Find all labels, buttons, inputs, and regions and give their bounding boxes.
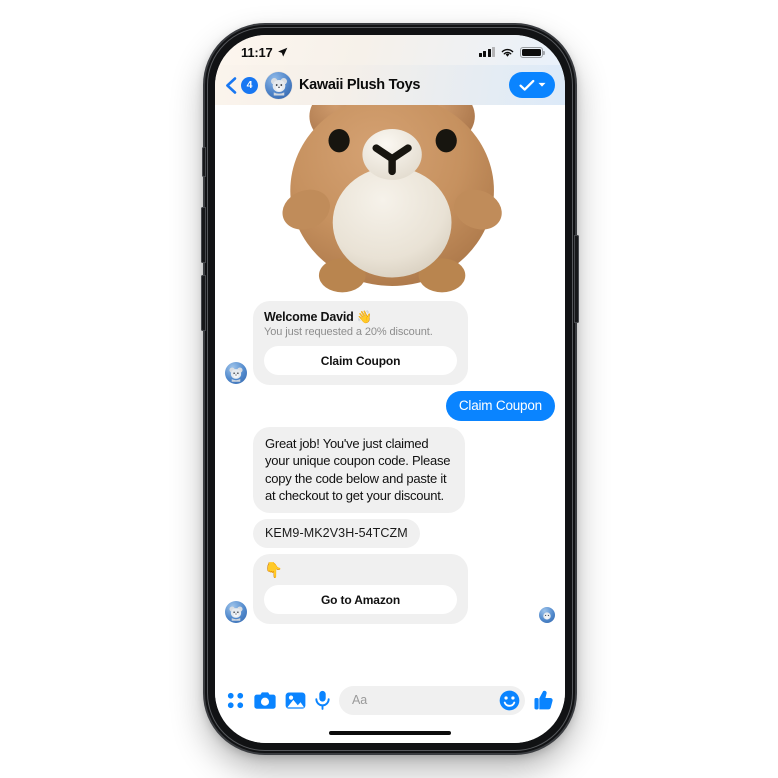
unread-count-badge: 4 bbox=[241, 76, 258, 94]
welcome-card-title: Welcome David 👋 bbox=[264, 310, 373, 324]
message-row-outgoing: Claim Coupon bbox=[225, 391, 555, 421]
bear-avatar-icon bbox=[229, 606, 243, 621]
location-arrow-icon bbox=[277, 47, 287, 57]
message-row-coupon-code: KEM9-MK2V3H-54TCZM bbox=[225, 519, 555, 549]
power-button[interactable] bbox=[574, 235, 579, 323]
chat-header: 4 Kawaii Plush Toys bbox=[215, 65, 565, 105]
message-composer: Aa bbox=[215, 677, 565, 723]
outgoing-message-bubble[interactable]: Claim Coupon bbox=[445, 391, 555, 421]
welcome-card-subtitle: You just requested a 20% discount. bbox=[264, 326, 433, 338]
status-bar-time: 11:17 bbox=[241, 44, 273, 60]
bear-avatar-icon bbox=[229, 367, 243, 382]
coupon-code-bubble[interactable]: KEM9-MK2V3H-54TCZM bbox=[253, 519, 420, 549]
welcome-card: Welcome David 👋 You just requested a 20%… bbox=[253, 301, 468, 385]
go-to-amazon-button[interactable]: Go to Amazon bbox=[264, 585, 457, 615]
verified-menu-button[interactable] bbox=[509, 72, 555, 98]
phone-screen: 11:17 4 Kawaii Plush Toys Welcome David … bbox=[215, 35, 565, 743]
home-indicator-area bbox=[215, 723, 565, 743]
phone-device-frame: 11:17 4 Kawaii Plush Toys Welcome David … bbox=[201, 25, 579, 753]
chevron-down-icon bbox=[537, 82, 546, 87]
status-bar-right bbox=[478, 46, 545, 58]
claim-coupon-card-button[interactable]: Claim Coupon bbox=[264, 346, 457, 375]
message-row-amazon-card: 👇 Go to Amazon bbox=[225, 554, 555, 625]
sender-avatar[interactable] bbox=[225, 362, 247, 384]
plush-toy-illustration bbox=[215, 105, 565, 295]
message-input-placeholder: Aa bbox=[352, 693, 368, 707]
message-input[interactable]: Aa bbox=[339, 685, 525, 715]
page-avatar[interactable] bbox=[265, 71, 292, 99]
camera-icon[interactable] bbox=[254, 691, 276, 710]
page-title: Kawaii Plush Toys bbox=[299, 77, 421, 93]
sender-avatar[interactable] bbox=[225, 601, 247, 624]
thumbs-up-icon[interactable] bbox=[534, 690, 554, 711]
smiley-icon[interactable] bbox=[499, 690, 520, 711]
screenshot-stage: 11:17 4 Kawaii Plush Toys Welcome David … bbox=[0, 0, 778, 778]
pointing-down-emoji: 👇 bbox=[264, 562, 283, 580]
mute-switch-button[interactable] bbox=[202, 147, 206, 177]
message-row-incoming-text: Great job! You've just claimed your uniq… bbox=[225, 427, 555, 514]
battery-icon bbox=[520, 46, 545, 58]
amazon-card: 👇 Go to Amazon bbox=[253, 554, 468, 625]
back-button[interactable]: 4 bbox=[224, 76, 258, 95]
plush-toy-photo[interactable] bbox=[215, 105, 565, 295]
incoming-message-bubble[interactable]: Great job! You've just claimed your uniq… bbox=[253, 427, 465, 514]
bear-avatar-icon bbox=[270, 78, 287, 96]
volume-down-button[interactable] bbox=[201, 275, 206, 331]
volume-up-button[interactable] bbox=[201, 207, 206, 263]
bear-avatar-icon bbox=[543, 612, 551, 620]
cellular-signal-icon bbox=[478, 47, 495, 57]
photo-icon[interactable] bbox=[285, 691, 306, 710]
seen-by-avatar[interactable] bbox=[539, 607, 555, 624]
home-indicator[interactable] bbox=[329, 731, 451, 735]
microphone-icon[interactable] bbox=[315, 690, 330, 710]
check-icon bbox=[518, 79, 534, 91]
chevron-left-icon bbox=[226, 76, 237, 94]
message-row-welcome-card: Welcome David 👋 You just requested a 20%… bbox=[225, 301, 555, 385]
wifi-icon bbox=[501, 48, 514, 57]
status-bar-left: 11:17 bbox=[241, 45, 288, 60]
grid-dots-icon[interactable] bbox=[226, 691, 245, 710]
status-bar: 11:17 bbox=[215, 35, 565, 65]
conversation-panel[interactable]: Welcome David 👋 You just requested a 20%… bbox=[215, 105, 565, 677]
message-list: Welcome David 👋 You just requested a 20%… bbox=[215, 295, 565, 677]
